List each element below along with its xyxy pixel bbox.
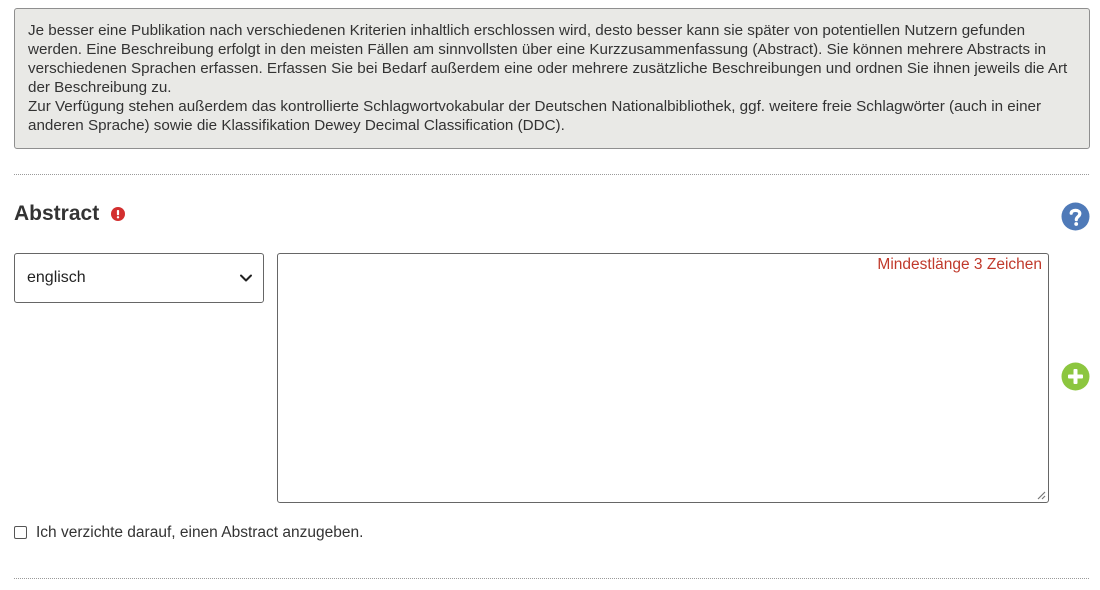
plus-circle-icon[interactable] [1061,362,1090,391]
question-circle-icon[interactable] [1061,202,1090,231]
abstract-heading: Abstract [14,202,100,225]
info-paragraph-2: Zur Verfügung stehen außerdem das kontro… [28,98,1042,134]
info-paragraph-1: Je besser eine Publikation nach verschie… [28,22,1068,96]
abstract-language-value: englisch [27,269,86,286]
min-length-message: Mindestlänge 3 Zeichen [877,256,1042,273]
waive-abstract-label[interactable]: Ich verzichte darauf, einen Abstract anz… [36,524,363,542]
section-divider-bottom [14,578,1089,579]
section-divider-top [14,174,1089,175]
info-box: Je besser eine Publikation nach verschie… [14,8,1090,149]
abstract-textarea[interactable]: Mindestlänge 3 Zeichen [277,253,1049,503]
resize-handle-icon[interactable] [1036,490,1046,500]
exclamation-circle-icon [111,207,125,221]
chevron-down-icon [240,274,252,282]
waive-abstract-checkbox[interactable] [14,526,27,539]
abstract-language-select[interactable]: englisch [14,253,264,303]
